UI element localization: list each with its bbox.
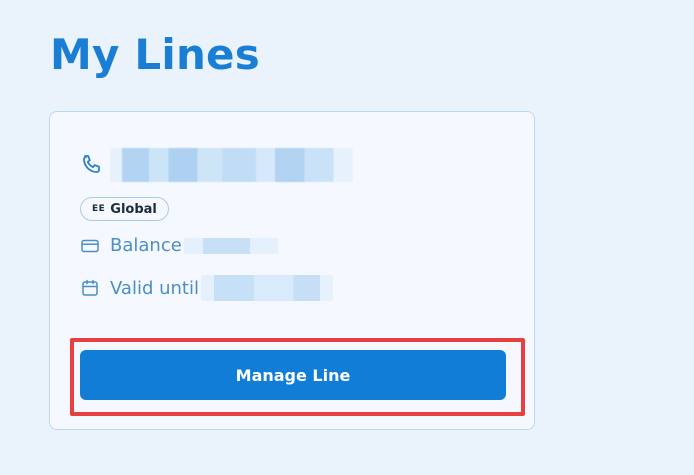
network-badge: EE Global (80, 197, 169, 221)
redacted-phone-number (110, 148, 353, 182)
manage-line-button[interactable]: Manage Line (80, 350, 506, 400)
my-lines-page: My Lines EE Global Balance Valid until M… (0, 0, 694, 475)
ee-logo: EE (92, 204, 106, 214)
balance-row: Balance (80, 235, 278, 256)
line-card: EE Global Balance Valid until Manage Lin… (49, 111, 535, 430)
page-title: My Lines (50, 30, 260, 79)
calendar-icon (80, 278, 100, 298)
valid-until-label: Valid until (110, 277, 199, 299)
phone-icon (80, 153, 104, 177)
redacted-balance-value (183, 237, 278, 254)
phone-number-row (80, 148, 353, 182)
redacted-valid-until-value (200, 275, 333, 301)
balance-label: Balance (110, 235, 182, 256)
credit-card-icon (80, 236, 100, 256)
network-badge-label: Global (110, 201, 157, 217)
validity-row: Valid until (80, 275, 333, 301)
